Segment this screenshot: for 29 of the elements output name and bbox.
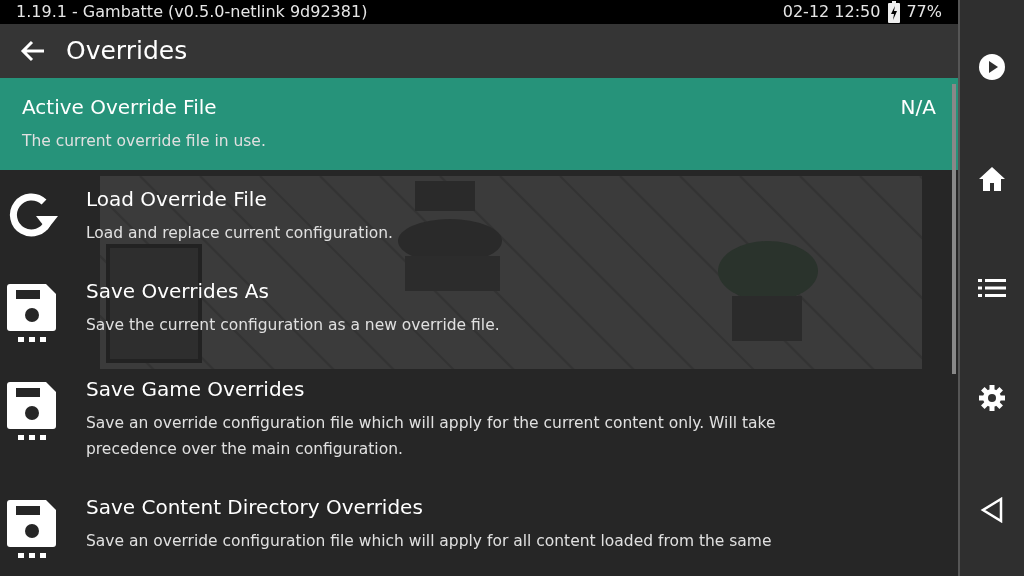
item-description: Load and replace current configuration. (86, 223, 394, 244)
item-description: Save an override configuration file which will apply for all content loaded from the same (86, 531, 773, 552)
menu-item[interactable]: Load Override File Load and replace current configuration. (0, 170, 958, 262)
settings-icon[interactable] (978, 383, 1006, 412)
app-title: 1.19.1 - Gambatte (v0.5.0-netlink 9d92381) (16, 1, 368, 23)
battery-level: 77% (906, 1, 942, 23)
item-title: Save Game Overrides (86, 376, 306, 402)
menu-item[interactable]: Active Override File The current override file in use. N/A (0, 78, 958, 170)
play-icon[interactable] (978, 52, 1006, 81)
list-icon[interactable] (978, 278, 1006, 298)
floppy-disk-icon (6, 282, 58, 344)
item-description: Save the current configuration as a new override file. (86, 315, 501, 336)
back-arrow-icon[interactable] (20, 40, 46, 62)
date-time: 02-12 12:50 (782, 1, 881, 23)
home-icon[interactable] (978, 166, 1006, 193)
menu-item[interactable]: Save Overrides As Save the current configuration as a new override file. (0, 262, 958, 360)
item-description: Save an override configuration file which will apply for the current content only. Will take precedence over the main configuration. (86, 413, 777, 460)
item-title: Save Overrides As (86, 278, 270, 304)
menu-item[interactable]: Save Content Directory Overrides Save an override configuration file which will apply for all content loaded from the same (0, 478, 958, 576)
page-title: Overrides (66, 35, 188, 68)
item-value: N/A (900, 94, 936, 120)
floppy-disk-icon (6, 380, 58, 442)
back-triangle-icon[interactable] (980, 497, 1004, 524)
menu-item[interactable]: Save Game Overrides Save an override configuration file which will apply for the current content only. Will take precedence over the main configuration. (0, 360, 958, 478)
item-title: Save Content Directory Overrides (86, 494, 424, 520)
item-title: Load Override File (86, 186, 268, 212)
item-description: The current override file in use. (22, 131, 267, 152)
floppy-disk-icon (6, 498, 58, 560)
item-title: Active Override File (22, 94, 218, 120)
